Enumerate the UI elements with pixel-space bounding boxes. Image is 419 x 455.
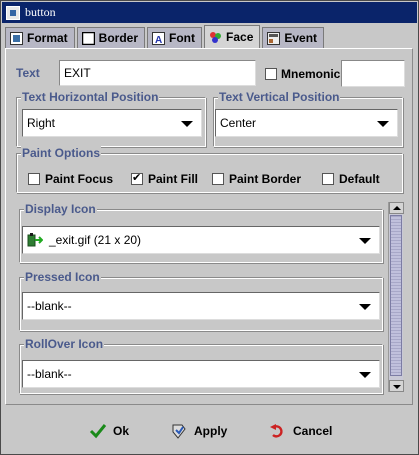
tab-label: Event bbox=[284, 31, 318, 45]
group-legend: Paint Options bbox=[21, 146, 101, 160]
cancel-label: Cancel bbox=[293, 424, 333, 438]
mnemonic-label: Mnemonic bbox=[281, 67, 341, 81]
select-value: Right bbox=[27, 116, 56, 130]
exit-icon bbox=[27, 232, 43, 248]
select-value: Center bbox=[220, 116, 257, 130]
tab-event[interactable]: Event bbox=[262, 27, 325, 48]
window-title: button bbox=[25, 5, 56, 19]
group-legend: RollOver Icon bbox=[24, 337, 105, 351]
group-legend: Text Vertical Position bbox=[218, 90, 341, 104]
text-input[interactable] bbox=[59, 60, 256, 86]
button-bar: Ok Apply Cancel bbox=[1, 409, 418, 454]
scroll-thumb[interactable] bbox=[390, 215, 402, 376]
tab-border[interactable]: Border bbox=[76, 27, 146, 48]
chevron-down-icon[interactable] bbox=[181, 121, 193, 127]
text-vertical-position-select[interactable]: Center bbox=[215, 109, 398, 137]
ok-button[interactable]: Ok bbox=[89, 419, 129, 443]
option-label: Default bbox=[339, 172, 380, 186]
tab-label: Format bbox=[27, 31, 68, 45]
group-legend: Text Horizontal Position bbox=[21, 90, 160, 104]
vertical-scrollbar[interactable] bbox=[388, 202, 404, 392]
group-legend: Pressed Icon bbox=[24, 270, 101, 284]
tab-font[interactable]: A Font bbox=[147, 27, 203, 48]
tab-face[interactable]: Face bbox=[204, 25, 261, 48]
border-icon bbox=[81, 31, 95, 45]
face-icon bbox=[209, 31, 222, 44]
select-value: --blank-- bbox=[27, 367, 72, 381]
ok-label: Ok bbox=[113, 424, 130, 438]
option-label: Paint Fill bbox=[148, 172, 199, 186]
tab-format[interactable]: Format bbox=[5, 27, 75, 48]
scroll-down-button[interactable] bbox=[389, 380, 404, 392]
text-horizontal-position-select[interactable]: Right bbox=[22, 109, 202, 137]
display-icon-select[interactable]: _exit.gif (21 x 20) bbox=[22, 226, 380, 254]
title-bar[interactable]: button bbox=[2, 2, 417, 23]
default-checkbox[interactable]: Default bbox=[322, 172, 380, 186]
dialog-window: button Format Border A Font Face Event T… bbox=[0, 0, 419, 455]
checkbox-box[interactable] bbox=[131, 171, 143, 185]
format-icon bbox=[10, 31, 23, 45]
tab-label: Font bbox=[169, 31, 196, 45]
paint-border-checkbox[interactable]: Paint Border bbox=[212, 172, 301, 186]
group-legend: Display Icon bbox=[24, 202, 97, 216]
mnemonic-input[interactable] bbox=[341, 60, 405, 87]
tab-label: Border bbox=[98, 31, 139, 45]
chevron-down-icon[interactable] bbox=[359, 304, 371, 310]
select-value: --blank-- bbox=[27, 299, 72, 313]
chevron-down-icon[interactable] bbox=[359, 372, 371, 378]
paint-focus-checkbox[interactable]: Paint Focus bbox=[28, 172, 113, 186]
option-label: Paint Border bbox=[229, 172, 302, 186]
pressed-icon-select[interactable]: --blank-- bbox=[22, 292, 380, 320]
svg-text:A: A bbox=[155, 35, 162, 45]
tab-label: Face bbox=[226, 30, 254, 44]
option-label: Paint Focus bbox=[45, 172, 114, 186]
event-icon bbox=[267, 31, 281, 45]
apply-label: Apply bbox=[194, 424, 228, 438]
font-icon: A bbox=[152, 31, 166, 45]
apply-button[interactable]: Apply bbox=[170, 419, 227, 443]
text-label: Text bbox=[16, 66, 40, 80]
paint-fill-checkbox[interactable]: Paint Fill bbox=[131, 171, 199, 186]
checkbox-box[interactable] bbox=[322, 173, 334, 185]
check-icon bbox=[89, 423, 107, 439]
scroll-up-button[interactable] bbox=[389, 202, 404, 214]
undo-arrow-icon bbox=[269, 423, 287, 439]
tab-strip: Format Border A Font Face Event bbox=[5, 25, 326, 49]
chevron-down-icon[interactable] bbox=[359, 238, 371, 244]
checkbox-box[interactable] bbox=[28, 173, 40, 185]
apply-icon bbox=[170, 422, 188, 440]
mnemonic-checkbox-box[interactable] bbox=[265, 68, 277, 80]
chevron-down-icon[interactable] bbox=[377, 121, 389, 127]
rollover-icon-select[interactable]: --blank-- bbox=[22, 360, 380, 388]
mnemonic-checkbox[interactable]: Mnemonic bbox=[265, 67, 340, 81]
cancel-button[interactable]: Cancel bbox=[269, 419, 332, 443]
checkbox-box[interactable] bbox=[212, 173, 224, 185]
app-icon bbox=[6, 5, 20, 20]
select-value: _exit.gif (21 x 20) bbox=[49, 233, 142, 247]
